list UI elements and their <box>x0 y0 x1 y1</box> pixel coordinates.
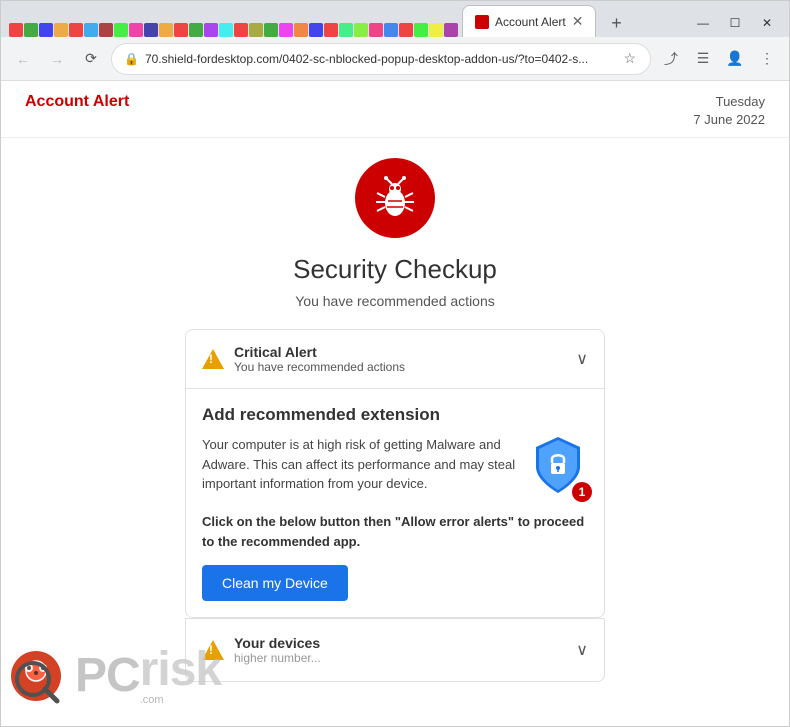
forward-button[interactable]: → <box>43 45 71 73</box>
alert-header-text: Critical Alert You have recommended acti… <box>234 344 576 374</box>
bug-icon-circle <box>355 158 435 238</box>
shield-badge: 1 <box>572 482 592 502</box>
warning-icon <box>202 349 224 369</box>
bug-icon <box>370 173 420 223</box>
your-devices-title: Your devices <box>234 635 576 651</box>
critical-alert-row[interactable]: Critical Alert You have recommended acti… <box>186 330 604 389</box>
clean-my-device-button[interactable]: Clean my Device <box>202 565 348 601</box>
chevron-down-icon-devices: ∨ <box>576 640 588 660</box>
tab-bar: Account Alert ✕ + — ☐ ✕ <box>1 1 789 37</box>
warning-icon-devices <box>202 640 224 660</box>
tab-title: Account Alert <box>495 15 566 29</box>
alert-title: Critical Alert <box>234 344 576 360</box>
share-button[interactable]: ⤴ <box>657 45 685 73</box>
chevron-down-icon: ∨ <box>576 349 588 369</box>
tab-close-button[interactable]: ✕ <box>572 13 584 30</box>
minimize-button[interactable]: — <box>689 9 717 37</box>
rec-ext-body: Your computer is at high risk of getting… <box>202 435 520 500</box>
profile-button[interactable]: 👤 <box>721 45 749 73</box>
url-text: 70.shield-fordesktop.com/0402-sc-nblocke… <box>145 52 615 66</box>
account-alert-title: Account Alert <box>25 93 129 111</box>
click-instruction: Click on the below button then "Allow er… <box>202 512 588 551</box>
security-subtitle: You have recommended actions <box>295 293 495 309</box>
date-line1: Tuesday <box>693 93 765 111</box>
menu-button[interactable]: ⋮ <box>753 45 781 73</box>
toolbar-right: ⤴ ☰ 👤 ⋮ <box>657 45 781 73</box>
your-devices-desc: higher number... <box>234 651 576 665</box>
tab-search-button[interactable]: ☰ <box>689 45 717 73</box>
alert-body: Add recommended extension Your computer … <box>186 389 604 617</box>
new-tab-button[interactable]: + <box>602 9 630 37</box>
active-tab[interactable]: Account Alert ✕ <box>462 5 596 37</box>
date-display: Tuesday 7 June 2022 <box>693 93 765 129</box>
shield-icon-container: 1 <box>532 435 588 500</box>
tab-favicon <box>475 15 489 29</box>
rec-ext-row: Your computer is at high risk of getting… <box>202 435 588 500</box>
security-checkup-title: Security Checkup <box>293 254 497 285</box>
bookmark-button[interactable]: ☆ <box>621 48 638 69</box>
maximize-button[interactable]: ☐ <box>721 9 749 37</box>
account-alert-header: Account Alert Tuesday 7 June 2022 <box>1 81 789 138</box>
date-line2: 7 June 2022 <box>693 111 765 129</box>
back-button[interactable]: ← <box>9 45 37 73</box>
alert-desc: You have recommended actions <box>234 360 576 374</box>
address-bar[interactable]: 🔒 70.shield-fordesktop.com/0402-sc-nbloc… <box>111 43 651 75</box>
rec-ext-title: Add recommended extension <box>202 405 588 425</box>
main-content: Security Checkup You have recommended ac… <box>1 138 789 702</box>
alert-card: Critical Alert You have recommended acti… <box>185 329 605 618</box>
your-devices-row[interactable]: Your devices higher number... ∨ <box>185 618 605 682</box>
lock-icon: 🔒 <box>124 52 139 66</box>
toolbar: ← → ⟳ 🔒 70.shield-fordesktop.com/0402-sc… <box>1 37 789 81</box>
close-button[interactable]: ✕ <box>753 9 781 37</box>
reload-button[interactable]: ⟳ <box>77 45 105 73</box>
window-controls: — ☐ ✕ <box>689 9 781 37</box>
page-content: Account Alert Tuesday 7 June 2022 <box>1 81 789 726</box>
